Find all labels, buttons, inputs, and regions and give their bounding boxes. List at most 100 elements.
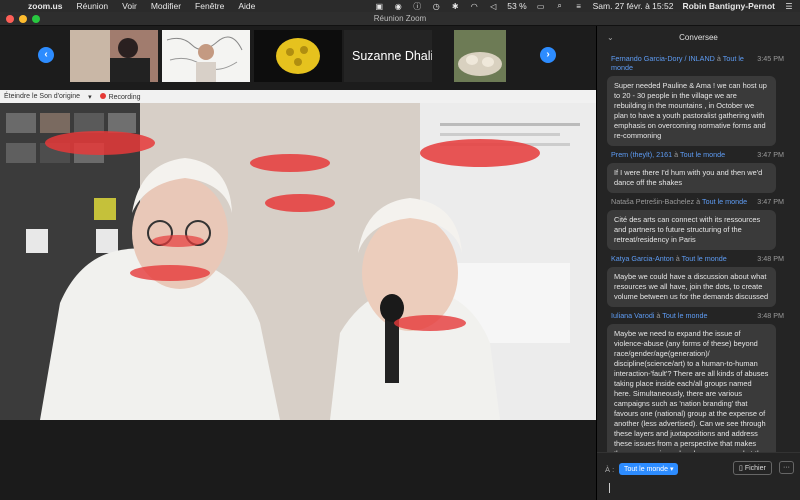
window-title: Réunion Zoom bbox=[373, 14, 427, 23]
message-text: Maybe we need to expand the issue of vio… bbox=[607, 324, 776, 452]
message-recipient[interactable]: Tout le monde bbox=[680, 150, 725, 159]
participant-strip: ‹ Suzanne Dhal › bbox=[0, 26, 596, 86]
zoom-status-icon[interactable]: ▣ bbox=[374, 2, 384, 11]
chat-message: Nataša Petrešin-Bachelez à Tout le monde… bbox=[597, 197, 800, 250]
chat-message: Prem (theylt), 2161 à Tout le monde 3:47… bbox=[597, 150, 800, 193]
participant-thumbnail-1[interactable] bbox=[70, 30, 158, 82]
chat-message: Katya Garcia-Anton à Tout le monde 3:48 … bbox=[597, 254, 800, 307]
message-connector: à bbox=[716, 54, 721, 63]
message-connector: à bbox=[674, 150, 679, 159]
participant-video-1 bbox=[70, 30, 158, 82]
participant-thumbnail-2[interactable] bbox=[162, 30, 250, 82]
record-status-icon[interactable]: ◉ bbox=[393, 2, 403, 11]
clock[interactable]: Sam. 27 févr. à 15:52 bbox=[593, 1, 674, 11]
wifi-icon[interactable]: ◠ bbox=[469, 2, 479, 11]
recipient-value: Tout le monde bbox=[624, 466, 668, 473]
message-time: 3:45 PM bbox=[757, 54, 784, 63]
time-machine-icon[interactable]: ◷ bbox=[431, 2, 441, 11]
message-sender[interactable]: Fernando Garcia-Dory / INLAND bbox=[611, 54, 715, 63]
menu-reunion[interactable]: Réunion bbox=[76, 1, 108, 11]
message-connector: à bbox=[696, 197, 701, 206]
recording-dot-icon bbox=[99, 92, 106, 99]
close-window-button[interactable] bbox=[6, 15, 14, 23]
chat-message: Fernando Garcia-Dory / INLAND à Tout le … bbox=[597, 54, 800, 146]
info-icon[interactable]: ⓘ bbox=[412, 1, 422, 12]
file-button[interactable]: ▯ Fichier bbox=[733, 461, 772, 475]
previous-participants-button[interactable]: ‹ bbox=[38, 47, 54, 63]
chat-header: ⌄ Conversee bbox=[597, 26, 800, 50]
window-controls bbox=[6, 15, 40, 23]
chat-title: Conversee bbox=[679, 33, 718, 42]
recording-label: Recording bbox=[108, 93, 141, 101]
message-text: Super needed Pauline & Ama ! we can host… bbox=[607, 76, 776, 146]
message-time: 3:48 PM bbox=[757, 254, 784, 263]
shared-video-content bbox=[0, 103, 596, 420]
minimize-window-button[interactable] bbox=[19, 15, 27, 23]
recording-indicator: Recording bbox=[99, 92, 141, 101]
message-time: 3:47 PM bbox=[757, 150, 784, 159]
chat-composer: À : Tout le monde ▾ ▯ Fichier ··· bbox=[597, 452, 800, 500]
status-area: ▣ ◉ ⓘ ◷ ✱ ◠ ◁ 53 % ▭ ⌕ ≡ Sam. 27 févr. à… bbox=[374, 1, 794, 12]
control-center-icon[interactable]: ≡ bbox=[574, 2, 584, 11]
video-bottom-area bbox=[0, 420, 596, 500]
message-recipient[interactable]: Tout le monde bbox=[662, 311, 707, 320]
participant-video-5 bbox=[454, 30, 506, 82]
participant-video-2 bbox=[162, 30, 250, 82]
message-time: 3:48 PM bbox=[757, 311, 784, 320]
participant-thumbnail-3[interactable] bbox=[254, 30, 342, 82]
recipient-dropdown[interactable]: Tout le monde ▾ bbox=[619, 463, 679, 475]
chat-message-list[interactable]: Fernando Garcia-Dory / INLAND à Tout le … bbox=[597, 50, 800, 452]
bluetooth-icon[interactable]: ✱ bbox=[450, 2, 460, 11]
message-input[interactable] bbox=[609, 483, 610, 493]
user-name[interactable]: Robin Bantigny-Pernot bbox=[682, 1, 775, 11]
volume-icon[interactable]: ◁ bbox=[488, 2, 498, 11]
menu-voir[interactable]: Voir bbox=[122, 1, 137, 11]
message-header: Iuliana Varodi à Tout le monde 3:48 PM bbox=[597, 311, 800, 320]
video-area: ‹ Suzanne Dhal › Éteindre le Son d'origi… bbox=[0, 26, 596, 500]
chat-message: Iuliana Varodi à Tout le monde 3:48 PM M… bbox=[597, 311, 800, 452]
maximize-window-button[interactable] bbox=[32, 15, 40, 23]
message-sender[interactable]: Iuliana Varodi bbox=[611, 311, 654, 320]
menu-fenetre[interactable]: Fenêtre bbox=[195, 1, 224, 11]
message-header: Nataša Petrešin-Bachelez à Tout le monde… bbox=[597, 197, 800, 206]
original-sound-toggle[interactable]: Éteindre le Son d'origine bbox=[4, 93, 80, 100]
collapse-chevron-icon[interactable]: ⌄ bbox=[607, 26, 614, 50]
message-connector: à bbox=[675, 254, 680, 263]
menu-modifier[interactable]: Modifier bbox=[151, 1, 181, 11]
search-icon[interactable]: ⌕ bbox=[555, 1, 565, 11]
message-recipient[interactable]: Tout le monde bbox=[702, 197, 747, 206]
recipient-label: À : bbox=[605, 465, 615, 474]
message-text: If I were there I'd hum with you and the… bbox=[607, 163, 776, 193]
screen-share: Éteindre le Son d'origine ▾ Recording bbox=[0, 90, 596, 420]
file-label: Fichier bbox=[744, 465, 766, 472]
participant-thumbnail-5[interactable] bbox=[454, 30, 506, 82]
chevron-down-icon: ▾ bbox=[669, 466, 674, 473]
participant-name: Suzanne Dhali... bbox=[352, 49, 432, 63]
message-text: Cité des arts can connect with its resso… bbox=[607, 210, 776, 250]
chat-panel: ⌄ Conversee Fernando Garcia-Dory / INLAN… bbox=[596, 26, 800, 500]
share-toolbar: Éteindre le Son d'origine ▾ Recording bbox=[0, 90, 596, 103]
message-connector: à bbox=[656, 311, 661, 320]
next-participants-button[interactable]: › bbox=[540, 47, 556, 63]
battery-icon[interactable]: ▭ bbox=[536, 2, 546, 11]
message-sender[interactable]: Katya Garcia-Anton bbox=[611, 254, 674, 263]
notification-center-icon[interactable]: ☰ bbox=[784, 2, 794, 11]
more-options-button[interactable]: ··· bbox=[779, 461, 794, 474]
message-sender[interactable]: Nataša Petrešin-Bachelez bbox=[611, 197, 694, 206]
battery-percent: 53 % bbox=[507, 1, 527, 11]
app-menu[interactable]: zoom.us bbox=[28, 1, 62, 11]
window-titlebar: Réunion Zoom bbox=[0, 12, 800, 26]
message-header: Prem (theylt), 2161 à Tout le monde 3:47… bbox=[597, 150, 800, 159]
message-header: Fernando Garcia-Dory / INLAND à Tout le … bbox=[597, 54, 800, 72]
message-time: 3:47 PM bbox=[757, 197, 784, 206]
chevron-down-icon[interactable]: ▾ bbox=[88, 93, 92, 101]
file-icon: ▯ bbox=[739, 465, 743, 472]
message-text: Maybe we could have a discussion about w… bbox=[607, 267, 776, 307]
menu-aide[interactable]: Aide bbox=[238, 1, 255, 11]
participant-thumbnail-4[interactable]: Suzanne Dhali... bbox=[344, 30, 432, 82]
participant-video-3 bbox=[254, 30, 342, 82]
message-header: Katya Garcia-Anton à Tout le monde 3:48 … bbox=[597, 254, 800, 263]
mac-menubar: zoom.us Réunion Voir Modifier Fenêtre Ai… bbox=[0, 0, 800, 12]
message-sender[interactable]: Prem (theylt), 2161 bbox=[611, 150, 672, 159]
message-recipient[interactable]: Tout le monde bbox=[682, 254, 727, 263]
